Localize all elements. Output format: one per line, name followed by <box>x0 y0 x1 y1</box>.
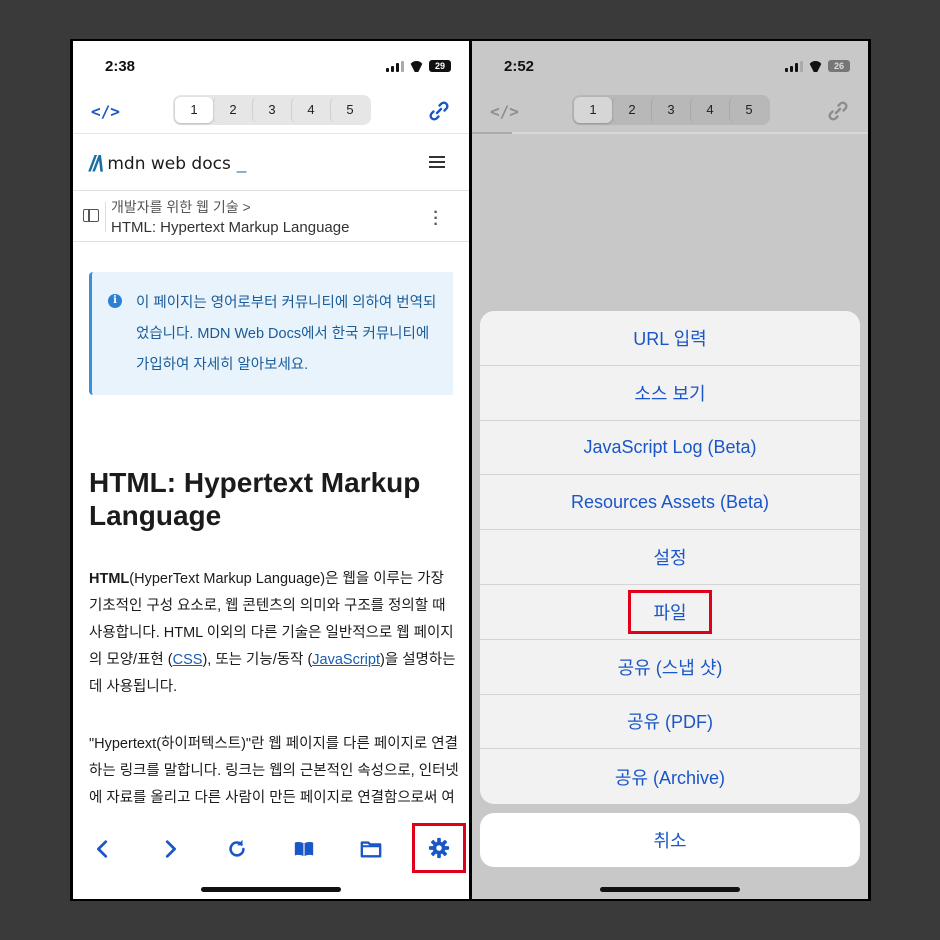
menu-share-snapshot[interactable]: 공유 (스냅 샷) <box>480 640 860 695</box>
system-icons: 26 <box>785 60 850 72</box>
menu-view-source[interactable]: 소스 보기 <box>480 366 860 421</box>
status-time: 2:38 <box>105 58 136 75</box>
forward-button[interactable] <box>152 831 188 867</box>
book-icon <box>294 841 314 857</box>
menu-share-archive[interactable]: 공유 (Archive) <box>480 749 860 804</box>
screenshot-frame: 2:38 29 </> 1 2 3 4 5 //\ mdn web docs _… <box>70 39 871 901</box>
files-button[interactable] <box>353 831 389 867</box>
wifi-icon <box>409 61 424 72</box>
hamburger-menu-icon[interactable] <box>429 156 445 168</box>
mdn-logo-cursor: _ <box>236 154 247 173</box>
reload-icon <box>229 839 245 857</box>
wifi-icon <box>808 61 823 72</box>
system-icons: 29 <box>386 60 451 72</box>
settings-button[interactable] <box>412 823 466 873</box>
chevron-left-icon <box>97 840 108 858</box>
tab-4: 4 <box>690 97 729 123</box>
mdn-header: //\ mdn web docs _ <box>73 133 469 191</box>
menu-files[interactable]: 파일 <box>480 585 860 640</box>
battery-icon: 29 <box>429 60 451 72</box>
back-button[interactable] <box>85 831 121 867</box>
menu-label: JavaScript Log (Beta) <box>583 436 757 457</box>
status-bar: 2:38 29 <box>73 41 469 91</box>
notice-text: 이 페이지는 영어로부터 커뮤니티에 의하여 번역되었습니다. MDN Web … <box>136 295 437 373</box>
intro-paragraph: HTML(HyperText Markup Language)은 웹을 이루는 … <box>89 566 459 701</box>
breadcrumb: 개발자를 위한 웹 기술 > HTML: Hypertext Markup La… <box>73 192 469 242</box>
cellular-signal-icon <box>386 60 404 72</box>
mdn-logo[interactable]: //\ mdn web docs _ <box>89 151 246 177</box>
more-options-icon[interactable]: · · · <box>433 205 439 233</box>
menu-label-highlighted: 파일 <box>628 589 712 634</box>
menu-label: 공유 (Archive) <box>614 767 726 788</box>
hypertext-paragraph: "Hypertext(하이퍼텍스트)"란 웹 페이지를 다른 페이지로 연결하는… <box>89 736 459 806</box>
chevron-right-icon <box>165 840 176 858</box>
css-link[interactable]: CSS <box>173 652 203 668</box>
tab-5[interactable]: 5 <box>330 97 369 123</box>
battery-icon: 26 <box>828 60 850 72</box>
menu-share-pdf[interactable]: 공유 (PDF) <box>480 695 860 750</box>
left-phone-screen: 2:38 29 </> 1 2 3 4 5 //\ mdn web docs _… <box>73 41 469 899</box>
breadcrumb-current: HTML: Hypertext Markup Language <box>111 219 350 236</box>
menu-label: URL 입력 <box>633 328 707 349</box>
status-bar: 2:52 26 <box>472 41 868 91</box>
tab-1: 1 <box>574 97 612 123</box>
folder-icon <box>360 841 382 858</box>
menu-label: 공유 (PDF) <box>626 712 714 733</box>
source-code-icon[interactable]: </> <box>91 100 120 124</box>
menu-label: 설정 <box>653 548 687 569</box>
tab-segmented-control: 1 2 3 4 5 <box>173 95 371 125</box>
translation-notice: i 이 페이지는 영어로부터 커뮤니티에 의하여 번역되었습니다. MDN We… <box>89 272 453 395</box>
info-icon: i <box>108 294 122 308</box>
tab-2: 2 <box>612 97 651 123</box>
gear-icon <box>428 837 450 859</box>
reload-button[interactable] <box>219 831 255 867</box>
javascript-link[interactable]: JavaScript <box>312 652 380 668</box>
menu-javascript-log[interactable]: JavaScript Log (Beta) <box>480 421 860 476</box>
cellular-signal-icon <box>785 60 803 72</box>
breadcrumb-divider <box>105 202 106 232</box>
menu-label: 공유 (스냅 샷) <box>617 657 723 678</box>
tab-4[interactable]: 4 <box>291 97 330 123</box>
home-indicator <box>600 887 740 892</box>
breadcrumb-parent-link[interactable]: 개발자를 위한 웹 기술 > <box>111 197 251 217</box>
menu-url-input[interactable]: URL 입력 <box>480 311 860 366</box>
tab-3[interactable]: 3 <box>252 97 291 123</box>
mdn-m-icon: //\ <box>89 151 103 176</box>
menu-label: 소스 보기 <box>634 383 706 404</box>
tab-segmented-control: 1 2 3 4 5 <box>572 95 770 125</box>
status-time: 2:52 <box>504 58 535 75</box>
browser-toolbar: </> 1 2 3 4 5 <box>73 93 469 133</box>
tab-1[interactable]: 1 <box>175 97 213 123</box>
sidebar-toggle-icon[interactable] <box>83 209 99 222</box>
link-icon <box>826 99 850 123</box>
home-indicator <box>201 887 341 892</box>
menu-label: Resources Assets (Beta) <box>570 491 770 512</box>
right-phone-screen: 2:52 26 </> 1 2 3 4 5 URL 입력 소스 보기 JavaS… <box>472 41 868 899</box>
mdn-logo-text: mdn web docs <box>107 154 231 174</box>
tab-3: 3 <box>651 97 690 123</box>
menu-resources-assets[interactable]: Resources Assets (Beta) <box>480 475 860 531</box>
link-icon[interactable] <box>427 99 451 123</box>
menu-settings[interactable]: 설정 <box>480 530 860 585</box>
action-sheet: URL 입력 소스 보기 JavaScript Log (Beta) Resou… <box>480 311 860 804</box>
intro-text-2: ), 또는 기능/동작 ( <box>202 652 313 668</box>
bookmarks-button[interactable] <box>286 831 322 867</box>
html-bold-term: HTML <box>89 571 130 587</box>
tab-5: 5 <box>729 97 768 123</box>
browser-toolbar-dimmed: </> 1 2 3 4 5 <box>472 93 868 133</box>
tab-2[interactable]: 2 <box>213 97 252 123</box>
cancel-button[interactable]: 취소 <box>480 813 860 867</box>
page-title: HTML: Hypertext Markup Language <box>89 467 421 531</box>
page-progress-bar <box>472 132 868 134</box>
source-code-icon: </> <box>490 102 519 121</box>
